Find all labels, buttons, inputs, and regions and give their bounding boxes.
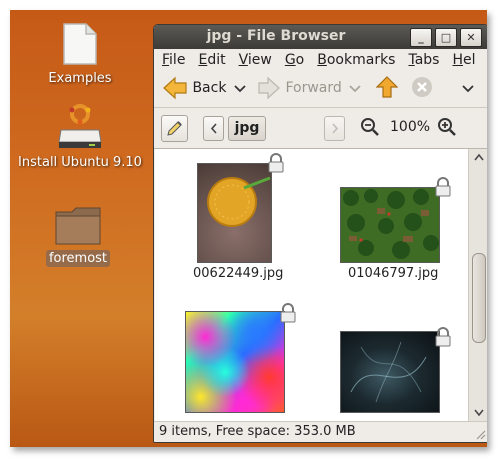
vertical-scrollbar[interactable] [468,149,487,422]
stop-button[interactable] [411,76,433,102]
back-arrow-icon [163,76,187,100]
desktop-icon-examples[interactable]: Examples [40,22,120,87]
chevron-left-icon [210,123,217,134]
forward-arrow-icon [258,76,280,100]
desktop-icon-install-ubuntu[interactable]: Install Ubuntu 9.10 [12,104,148,171]
file-item[interactable] [155,289,305,422]
location-bar: jpg 100% [154,108,487,149]
menu-go[interactable]: Go [285,52,304,68]
up-button[interactable] [375,75,399,103]
minimize-button[interactable]: _ [410,28,432,47]
desktop: Examples Install Ubuntu 9.10 foremost jp… [10,10,487,447]
lock-icon [435,327,451,347]
forward-history-dropdown[interactable] [349,81,361,97]
thumbnail-dark-fractal [340,331,440,413]
installer-icon [58,104,102,148]
menu-view[interactable]: View [239,52,272,68]
zoom-in-button[interactable] [437,117,457,141]
forward-label: Forward [285,80,342,96]
title-bar[interactable]: jpg - File Browser _ □ ✕ [154,25,487,49]
file-item[interactable]: 01046797.jpg [310,149,468,284]
toolbar-overflow-dropdown[interactable] [462,81,474,97]
path-scroll-right-button[interactable] [324,116,345,141]
window-title: jpg - File Browser [206,28,346,44]
file-name: 01046797.jpg [348,266,439,281]
desktop-icon-label: Examples [48,71,112,86]
resize-grip-icon[interactable] [474,428,486,440]
forward-button[interactable]: Forward [257,76,342,100]
desktop-icon-foremost[interactable]: foremost [38,206,118,267]
desktop-icon-label: Install Ubuntu 9.10 [18,155,142,170]
lock-icon [280,303,296,323]
file-item[interactable] [310,289,468,422]
file-item[interactable]: 00622449.jpg [155,149,305,284]
stop-icon [412,77,432,97]
lock-icon [435,177,451,197]
lock-icon [268,153,284,173]
path-scroll-left-button[interactable] [203,116,224,141]
back-label: Back [192,80,227,96]
edit-location-button[interactable] [161,115,188,142]
zoom-in-icon [438,118,456,136]
file-browser-window: jpg - File Browser _ □ ✕ File Edit View … [153,24,487,443]
chevron-down-icon [234,85,246,93]
thumbnail-rainbow-plasma [185,311,285,413]
chevron-down-icon [462,85,474,93]
menu-bar: File Edit View Go Bookmarks Tabs Hel [154,49,487,71]
zoom-level[interactable]: 100% [390,119,430,135]
status-text: 9 items, Free space: 353.0 MB [159,424,356,439]
back-button[interactable]: Back [162,76,226,100]
back-history-dropdown[interactable] [234,81,246,97]
close-button[interactable]: ✕ [460,28,482,47]
menu-file[interactable]: File [162,52,185,68]
menu-tabs[interactable]: Tabs [408,52,439,68]
menu-bookmarks[interactable]: Bookmarks [317,52,395,68]
document-icon [63,23,97,65]
toolbar: Back Forward [154,71,487,108]
chevron-down-icon [349,85,361,93]
pencil-icon [167,121,182,136]
file-name: 00622449.jpg [193,266,284,281]
path-button-label: jpg [234,120,260,136]
maximize-button[interactable]: □ [435,28,457,47]
scroll-up-arrow-icon[interactable] [474,153,484,161]
zoom-out-icon [361,118,379,136]
zoom-out-button[interactable] [360,117,380,141]
menu-edit[interactable]: Edit [198,52,225,68]
folder-icon [55,207,101,245]
thumbnail-orange-fruit [197,163,272,263]
scroll-down-arrow-icon[interactable] [474,409,484,417]
status-bar: 9 items, Free space: 353.0 MB [154,421,487,442]
file-icon-view[interactable]: 00622449.jpg 01046797.jpg [155,149,468,422]
scrollbar-thumb[interactable] [472,253,486,343]
desktop-icon-label: foremost [45,250,111,267]
chevron-right-icon [331,123,338,134]
path-button-jpg[interactable]: jpg [228,116,266,141]
up-arrow-icon [375,76,399,98]
thumbnail-forest-game [340,187,440,263]
menu-help[interactable]: Hel [452,52,475,68]
